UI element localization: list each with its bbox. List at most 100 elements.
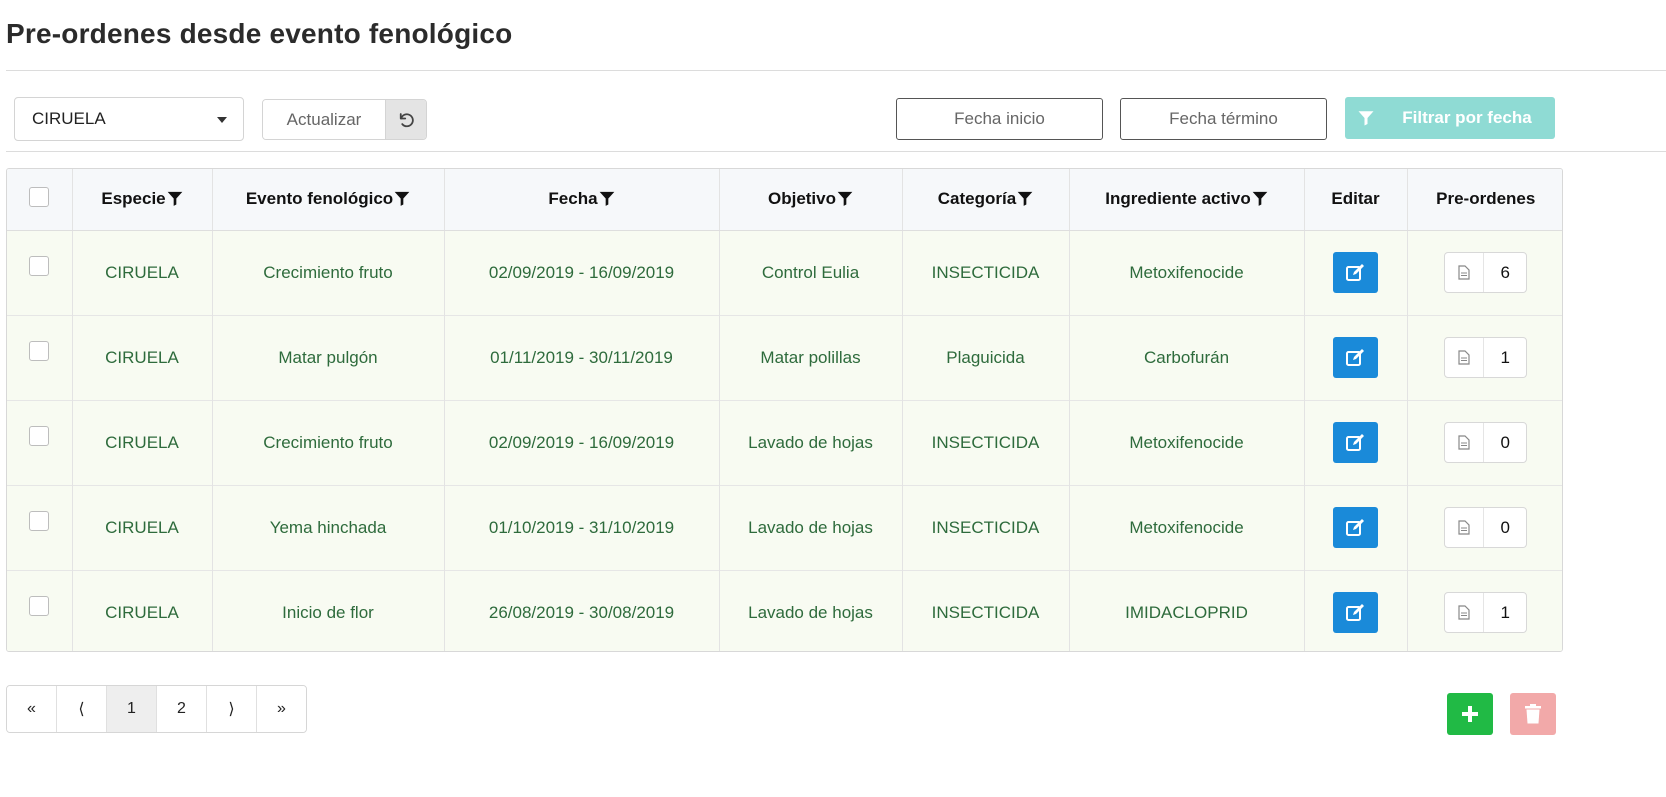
document-icon xyxy=(1445,423,1485,462)
trash-icon xyxy=(1525,704,1541,724)
preorders-count: 1 xyxy=(1500,347,1510,367)
row-checkbox[interactable] xyxy=(29,596,50,617)
next-page-button[interactable]: ⟩ xyxy=(207,686,257,732)
row-select-cell xyxy=(7,399,73,485)
page-2-button[interactable]: 2 xyxy=(157,686,207,732)
column-especie[interactable]: Especie xyxy=(72,169,213,231)
delete-button[interactable] xyxy=(1510,693,1556,735)
edit-button[interactable] xyxy=(1333,422,1378,463)
cell-categoria: INSECTICIDA xyxy=(902,484,1070,570)
row-checkbox[interactable] xyxy=(29,256,50,277)
row-checkbox[interactable] xyxy=(29,511,50,532)
column-evento-label: Evento fenológico xyxy=(245,189,394,209)
column-objetivo[interactable]: Objetivo xyxy=(719,169,903,231)
filter-icon[interactable] xyxy=(394,190,410,207)
row-checkbox[interactable] xyxy=(29,341,50,362)
edit-button[interactable] xyxy=(1333,337,1378,378)
add-button[interactable] xyxy=(1447,693,1493,735)
cell-evento: Yema hinchada xyxy=(212,484,445,570)
cell-editar xyxy=(1304,314,1408,400)
cell-fecha: 01/11/2019 - 30/11/2019 xyxy=(444,314,720,400)
preorders-button[interactable]: 1 xyxy=(1444,592,1528,634)
row-select-cell xyxy=(7,314,73,400)
column-ingrediente-label: Ingrediente activo xyxy=(1105,189,1251,209)
toolbar-divider xyxy=(6,151,1666,152)
cell-editar xyxy=(1304,399,1408,485)
prev-page-button[interactable]: ⟨ xyxy=(57,686,107,732)
cell-ingrediente: Metoxifenocide xyxy=(1069,484,1305,570)
table-row: CIRUELA Matar pulgón 01/11/2019 - 30/11/20… xyxy=(7,314,1562,400)
preorders-count: 0 xyxy=(1500,432,1510,452)
filter-icon[interactable] xyxy=(1017,190,1033,207)
edit-icon xyxy=(1345,433,1364,451)
preorders-count: 6 xyxy=(1500,262,1510,282)
last-page-button[interactable]: » xyxy=(257,686,306,732)
cell-preordenes: 6 xyxy=(1407,230,1562,315)
column-evento[interactable]: Evento fenológico xyxy=(212,169,445,231)
cell-ingrediente: Metoxifenocide xyxy=(1069,399,1305,485)
preorders-button[interactable]: 0 xyxy=(1444,422,1528,463)
preorders-button[interactable]: 1 xyxy=(1444,337,1528,378)
select-all-cell xyxy=(7,169,73,231)
refresh-control[interactable]: Actualizar xyxy=(262,99,427,140)
date-end-input[interactable]: Fecha término xyxy=(1120,98,1327,140)
row-checkbox[interactable] xyxy=(29,426,50,447)
column-fecha[interactable]: Fecha xyxy=(444,169,720,231)
select-all-checkbox[interactable] xyxy=(29,186,50,207)
filter-by-date-button[interactable]: Filtrar por fecha xyxy=(1345,97,1555,139)
refresh-button[interactable] xyxy=(385,100,426,139)
preorders-button[interactable]: 0 xyxy=(1444,507,1528,548)
cell-evento: Crecimiento fruto xyxy=(212,399,445,485)
cell-fecha: 26/08/2019 - 30/08/2019 xyxy=(444,569,720,651)
cell-editar xyxy=(1304,230,1408,315)
cell-ingrediente: Carbofurán xyxy=(1069,314,1305,400)
refresh-label: Actualizar xyxy=(263,100,385,139)
first-page-button[interactable]: « xyxy=(7,686,57,732)
edit-icon xyxy=(1345,348,1364,366)
document-icon xyxy=(1445,593,1485,633)
column-categoria[interactable]: Categoría xyxy=(902,169,1070,231)
cell-fecha: 02/09/2019 - 16/09/2019 xyxy=(444,230,720,315)
edit-button[interactable] xyxy=(1333,252,1378,293)
cell-categoria: INSECTICIDA xyxy=(902,569,1070,651)
edit-button[interactable] xyxy=(1333,592,1378,634)
cell-objetivo: Lavado de hojas xyxy=(719,399,903,485)
row-select-cell xyxy=(7,484,73,570)
date-start-input[interactable]: Fecha inicio xyxy=(896,98,1103,140)
filter-icon[interactable] xyxy=(837,190,853,207)
cell-fecha: 02/09/2019 - 16/09/2019 xyxy=(444,399,720,485)
pagination: « ⟨ 1 2 ⟩ » xyxy=(6,685,307,733)
cell-especie: CIRUELA xyxy=(72,569,213,651)
document-icon xyxy=(1445,253,1485,292)
cell-objetivo: Control Eulia xyxy=(719,230,903,315)
page-1-button[interactable]: 1 xyxy=(107,686,157,732)
cell-evento: Inicio de flor xyxy=(212,569,445,651)
edit-icon xyxy=(1345,263,1364,281)
column-objetivo-label: Objetivo xyxy=(767,189,836,209)
row-select-cell xyxy=(7,230,73,315)
column-especie-label: Especie xyxy=(101,189,166,209)
cell-fecha: 01/10/2019 - 31/10/2019 xyxy=(444,484,720,570)
table-row: CIRUELA Crecimiento fruto 02/09/2019 - 16/… xyxy=(7,230,1562,315)
preorders-table: Especie Evento fenológico Fecha Objetivo… xyxy=(6,168,1563,652)
page-title: Pre-ordenes desde evento fenológico xyxy=(6,18,513,49)
cell-especie: CIRUELA xyxy=(72,230,213,315)
filter-icon[interactable] xyxy=(599,190,615,207)
filter-icon[interactable] xyxy=(167,190,183,207)
preorders-button[interactable]: 6 xyxy=(1444,252,1528,293)
filter-icon[interactable] xyxy=(1252,190,1268,207)
edit-icon xyxy=(1345,518,1364,536)
cell-ingrediente: Metoxifenocide xyxy=(1069,230,1305,315)
table-row: CIRUELA Crecimiento fruto 02/09/2019 - 16/… xyxy=(7,399,1562,485)
filter-icon xyxy=(1345,109,1387,127)
title-divider xyxy=(6,70,1666,71)
edit-button[interactable] xyxy=(1333,507,1378,548)
cell-objetivo: Matar polillas xyxy=(719,314,903,400)
edit-icon xyxy=(1345,603,1364,621)
cell-ingrediente: IMIDACLOPRID xyxy=(1069,569,1305,651)
species-select-value: CIRUELA xyxy=(32,109,106,128)
species-select[interactable]: CIRUELA xyxy=(14,97,244,141)
column-ingrediente[interactable]: Ingrediente activo xyxy=(1069,169,1305,231)
cell-preordenes: 1 xyxy=(1407,569,1562,651)
table-header-row: Especie Evento fenológico Fecha Objetivo… xyxy=(7,169,1562,231)
